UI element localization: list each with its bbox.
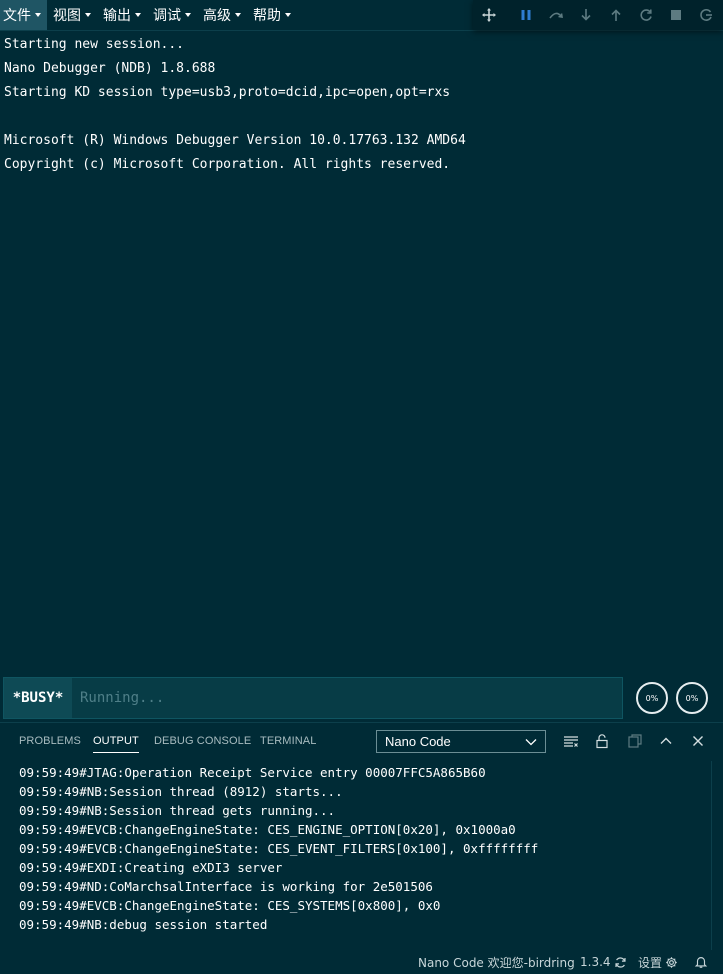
status-version[interactable]: 1.3.4 xyxy=(580,950,627,974)
unlock-icon[interactable] xyxy=(592,731,612,751)
step-into-icon[interactable] xyxy=(576,5,596,25)
chevron-down-icon xyxy=(235,13,241,17)
output-line: 09:59:49#JTAG:Operation Receipt Service … xyxy=(19,765,486,780)
move-icon[interactable] xyxy=(479,5,499,25)
output-line: 09:59:49#EVCB:ChangeEngineState: CES_ENG… xyxy=(19,822,516,837)
disconnect-icon[interactable] xyxy=(696,5,716,25)
maximize-panel-icon[interactable] xyxy=(656,731,676,751)
chevron-down-icon xyxy=(35,13,41,17)
command-input[interactable] xyxy=(74,678,622,718)
output-channel-select[interactable]: Nano Code xyxy=(376,730,546,753)
tab-output[interactable]: OUTPUT xyxy=(93,723,139,759)
bell-icon[interactable] xyxy=(694,950,708,974)
debug-toolbar xyxy=(473,0,723,30)
console-line: Copyright (c) Microsoft Corporation. All… xyxy=(4,157,451,172)
menu-file[interactable]: 文件 xyxy=(0,0,47,30)
chevron-down-icon xyxy=(285,13,291,17)
console-line: Nano Debugger (NDB) 1.8.688 xyxy=(4,61,216,76)
output-scrollbar[interactable] xyxy=(711,761,723,951)
output-channel-value: Nano Code xyxy=(385,734,451,749)
menu-output[interactable]: 输出 xyxy=(103,0,141,30)
sync-icon xyxy=(614,956,627,969)
output-line: 09:59:49#NB:Session thread (8912) starts… xyxy=(19,784,343,799)
console-line: Starting new session... xyxy=(4,37,185,52)
busy-indicator: *BUSY* xyxy=(4,678,72,718)
tab-problems[interactable]: PROBLEMS xyxy=(19,723,81,759)
menu-bar: 文件 视图 输出 调试 高级 帮助 xyxy=(0,0,723,31)
console-line: Starting KD session type=usb3,proto=dcid… xyxy=(4,85,451,100)
menu-view[interactable]: 视图 xyxy=(53,0,91,30)
chevron-down-icon xyxy=(185,13,191,17)
output-line: 09:59:49#NB:debug session started xyxy=(19,917,268,932)
menu-advanced[interactable]: 高级 xyxy=(203,0,241,30)
close-panel-icon[interactable] xyxy=(688,731,708,751)
memory-gauge: 0% xyxy=(676,682,708,714)
output-line: 09:59:49#EXDI:Creating eXDI3 server xyxy=(19,860,283,875)
bottom-panel: PROBLEMS OUTPUT DEBUG CONSOLE TERMINAL N… xyxy=(0,722,723,951)
pause-icon[interactable] xyxy=(516,5,536,25)
output-line: 09:59:49#EVCB:ChangeEngineState: CES_SYS… xyxy=(19,898,441,913)
status-bar: Nano Code 欢迎您-birdring 1.3.4 设置 xyxy=(0,950,723,974)
debugger-console: Starting new session... Nano Debugger (N… xyxy=(0,33,723,673)
chevron-down-icon xyxy=(525,737,537,747)
chevron-down-icon xyxy=(85,13,91,17)
stop-icon[interactable] xyxy=(666,5,686,25)
cpu-gauge: 0% xyxy=(636,682,668,714)
menu-debug[interactable]: 调试 xyxy=(153,0,191,30)
status-settings[interactable]: 设置 xyxy=(638,950,678,974)
tab-debug-console[interactable]: DEBUG CONSOLE xyxy=(154,723,251,759)
command-bar: *BUSY* xyxy=(3,677,623,719)
step-out-icon[interactable] xyxy=(606,5,626,25)
gear-icon xyxy=(665,956,678,969)
output-line: 09:59:49#EVCB:ChangeEngineState: CES_EVE… xyxy=(19,841,539,856)
restart-icon[interactable] xyxy=(636,5,656,25)
step-over-icon[interactable] xyxy=(546,5,566,25)
copy-icon[interactable] xyxy=(625,731,645,751)
clear-output-icon[interactable] xyxy=(561,731,581,751)
status-welcome: Nano Code 欢迎您-birdring xyxy=(418,955,575,970)
console-line: Microsoft (R) Windows Debugger Version 1… xyxy=(4,133,466,148)
output-line: 09:59:49#ND:CoMarchsalInterface is worki… xyxy=(19,879,433,894)
chevron-down-icon xyxy=(135,13,141,17)
output-line: 09:59:49#NB:Session thread gets running.… xyxy=(19,803,336,818)
output-log: 09:59:49#JTAG:Operation Receipt Service … xyxy=(0,763,710,951)
tab-terminal[interactable]: TERMINAL xyxy=(260,723,316,759)
menu-help[interactable]: 帮助 xyxy=(253,0,291,30)
